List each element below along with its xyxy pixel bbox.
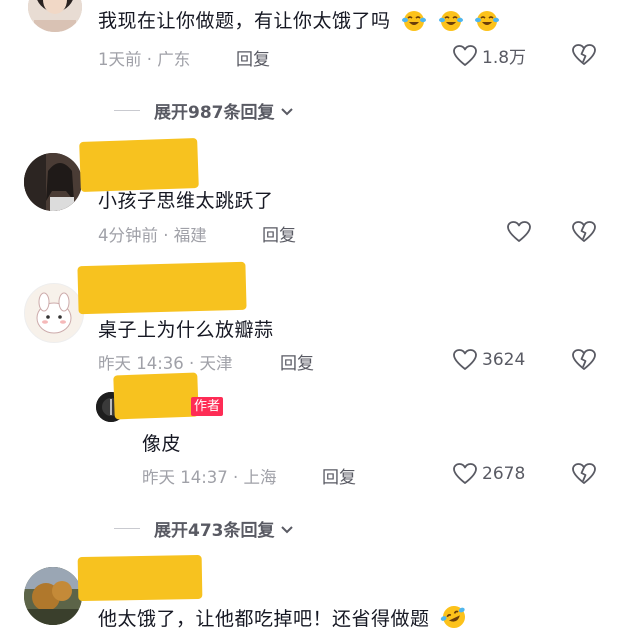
comment-1-meta: 1天前 · 广东 [98, 50, 191, 69]
comment-3-meta: 昨天 14:36 · 天津 [98, 354, 233, 373]
comment-3-text: 桌子上为什么放瓣蒜 [98, 319, 274, 341]
author-reply-like-button[interactable]: 2678 [452, 462, 525, 486]
heart-icon[interactable] [506, 220, 532, 244]
comment-1-like-count: 1.8万 [482, 48, 527, 68]
author-badge: 作者 [191, 397, 224, 416]
crying-laughing-emoji-icon [475, 11, 500, 31]
broken-heart-icon[interactable] [571, 462, 597, 486]
expand-replies-473[interactable]: 展开473条回复 [114, 516, 296, 541]
comment-2-text: 小孩子思维太跳跃了 [98, 190, 274, 212]
username-redaction [77, 554, 203, 602]
broken-heart-icon[interactable] [571, 348, 597, 372]
expand-divider [114, 528, 140, 529]
author-reply-reply-button[interactable]: 回复 [322, 463, 356, 488]
comment-2-reply-button[interactable]: 回复 [262, 221, 296, 246]
comment-1-text-content: 我现在让你做题，有让你太饿了吗 [98, 10, 391, 32]
avatar-comment-4[interactable] [24, 567, 82, 625]
author-reply-meta: 昨天 14:37 · 上海 [142, 468, 277, 487]
avatar-comment-1[interactable] [28, 0, 82, 32]
chevron-down-icon [280, 525, 293, 533]
comment-3-like-count: 3624 [482, 350, 526, 370]
broken-heart-icon[interactable] [571, 43, 597, 67]
comment-1-reply-button[interactable]: 回复 [236, 45, 270, 70]
heart-icon [453, 349, 477, 370]
comment-3-reply-button[interactable]: 回复 [280, 349, 314, 374]
chevron-down-icon [280, 107, 293, 115]
avatar-comment-3[interactable] [24, 283, 84, 343]
crying-laughing-emoji-icon [402, 11, 427, 31]
expand-replies-label: 展开987条回复 [154, 103, 275, 123]
expand-replies-label: 展开473条回复 [154, 521, 275, 541]
heart-icon [453, 463, 477, 484]
username-redaction [113, 372, 199, 420]
heart-icon [453, 44, 477, 66]
comment-2-meta: 4分钟前 · 福建 [98, 226, 207, 245]
comment-1-like-button[interactable]: 1.8万 [452, 43, 526, 68]
username-redaction [77, 261, 247, 315]
expand-divider [114, 110, 140, 111]
comment-3-like-button[interactable]: 3624 [452, 348, 525, 372]
comment-1-text: 我现在让你做题，有让你太饿了吗 [98, 6, 500, 33]
avatar-comment-2[interactable] [24, 153, 82, 211]
username-redaction [79, 137, 199, 193]
expand-replies-987[interactable]: 展开987条回复 [114, 98, 296, 123]
rolling-laughing-emoji-icon [440, 606, 466, 628]
crying-laughing-emoji-icon [438, 11, 463, 31]
broken-heart-icon[interactable] [571, 220, 597, 244]
author-reply-like-count: 2678 [482, 464, 526, 484]
comment-4-text: 他太饿了，让他都吃掉吧！还省得做题 [98, 604, 468, 631]
comment-4-text-content: 他太饿了，让他都吃掉吧！还省得做题 [98, 608, 430, 630]
author-reply-text: 像皮 [142, 433, 182, 455]
